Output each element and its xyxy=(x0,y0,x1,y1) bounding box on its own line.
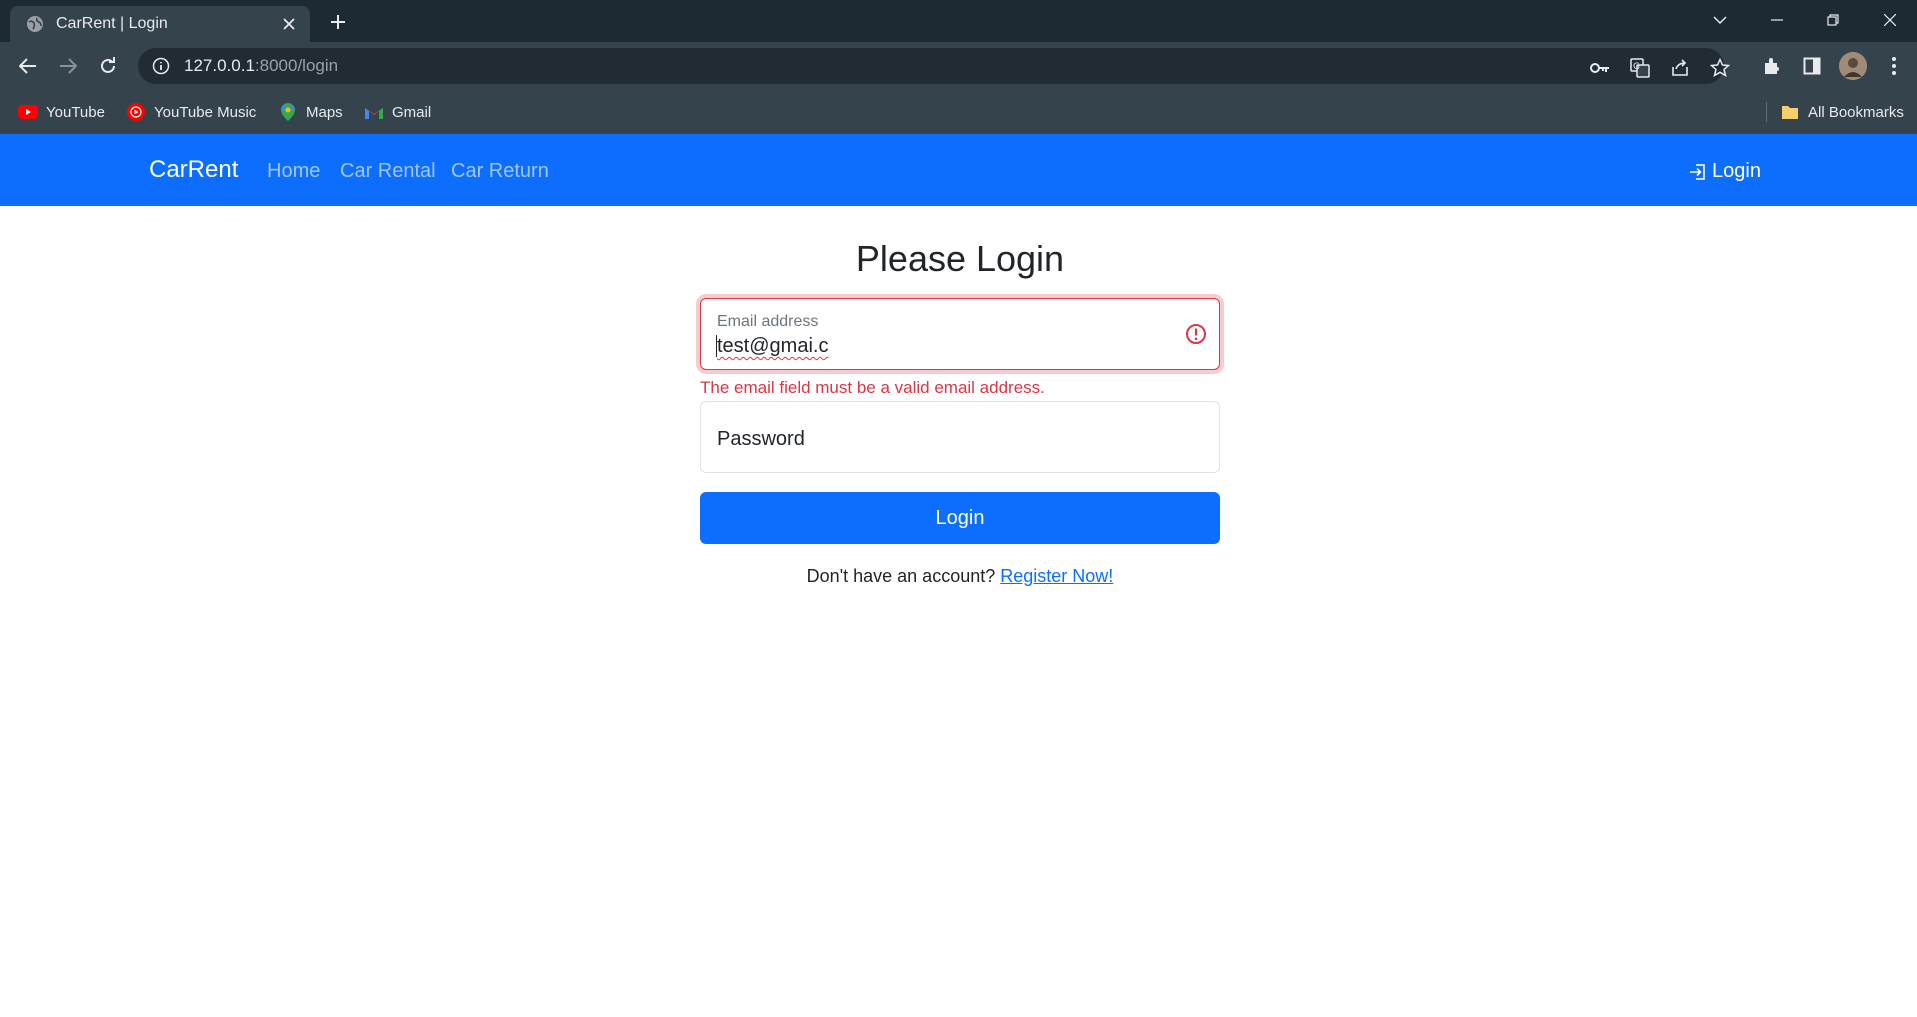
minimize-icon[interactable] xyxy=(1757,6,1797,34)
reload-icon[interactable] xyxy=(94,52,122,80)
brand-logo[interactable]: CarRent xyxy=(149,156,238,184)
bookmark-youtube[interactable]: YouTube xyxy=(18,100,105,124)
new-tab-button[interactable] xyxy=(326,10,350,34)
extensions-icon[interactable] xyxy=(1758,52,1786,80)
bookmark-maps[interactable]: Maps xyxy=(278,100,343,124)
page-title: Please Login xyxy=(855,238,1065,279)
bookmark-label: YouTube Music xyxy=(154,103,257,121)
address-bar[interactable]: 127.0.0.1:8000/login G xyxy=(138,48,1730,84)
nav-login-link[interactable]: Login xyxy=(1688,160,1761,183)
nav-link-home[interactable]: Home xyxy=(267,160,320,183)
url-host: 127.0.0.1 xyxy=(184,56,255,75)
register-prompt: Don't have an account? xyxy=(806,566,996,586)
all-bookmarks-label: All Bookmarks xyxy=(1808,103,1904,121)
browser-tabstrip: CarRent | Login xyxy=(0,0,1917,42)
back-arrow-icon[interactable] xyxy=(14,52,42,80)
invalid-alert-icon xyxy=(1186,324,1206,344)
bookmarks-bar: YouTube YouTube Music Maps Gmail All Boo… xyxy=(0,90,1917,134)
email-error-message: The email field must be a valid email ad… xyxy=(700,378,1045,397)
bookmarks-divider xyxy=(1766,102,1767,122)
youtube-icon xyxy=(18,102,38,122)
bookmark-label: Gmail xyxy=(392,103,432,121)
globe-icon xyxy=(27,16,43,32)
login-icon xyxy=(1690,163,1705,180)
email-field[interactable]: Email address test@gmai.c xyxy=(700,298,1220,370)
close-window-icon[interactable] xyxy=(1870,6,1910,34)
share-icon[interactable] xyxy=(1668,56,1692,80)
site-navbar: CarRent Home Car Rental Car Return Login xyxy=(0,134,1917,206)
youtube-music-icon xyxy=(126,102,146,122)
register-prompt-row: Don't have an account? Register Now! xyxy=(700,566,1220,587)
password-field[interactable]: Password xyxy=(700,401,1220,473)
restore-icon[interactable] xyxy=(1813,6,1853,34)
all-bookmarks-folder[interactable]: All Bookmarks xyxy=(1780,100,1904,124)
bookmark-youtube-music[interactable]: YouTube Music xyxy=(126,100,256,124)
login-submit-button[interactable]: Login xyxy=(700,492,1220,544)
menu-kebab-icon[interactable] xyxy=(1880,52,1908,80)
side-panel-icon[interactable] xyxy=(1798,52,1826,80)
register-now-link[interactable]: Register Now! xyxy=(1000,566,1113,586)
close-tab-icon[interactable] xyxy=(280,15,298,33)
email-value: test@gmai.c xyxy=(717,335,829,357)
browser-tab[interactable]: CarRent | Login xyxy=(10,6,310,42)
maps-icon xyxy=(278,102,298,122)
url-path: :8000/login xyxy=(254,56,339,75)
forward-arrow-icon[interactable] xyxy=(54,52,82,80)
nav-link-car-rental[interactable]: Car Rental xyxy=(340,160,436,183)
profile-avatar[interactable] xyxy=(1839,52,1867,80)
key-icon[interactable] xyxy=(1588,56,1612,80)
bookmark-label: Maps xyxy=(306,103,343,121)
translate-icon[interactable]: G xyxy=(1628,56,1652,80)
bookmark-gmail[interactable]: Gmail xyxy=(364,100,431,124)
nav-link-car-return[interactable]: Car Return xyxy=(451,160,549,183)
email-label: Email address xyxy=(717,313,819,330)
gmail-icon xyxy=(364,102,384,122)
nav-login-label: Login xyxy=(1712,160,1761,182)
svg-text:G: G xyxy=(1633,62,1640,72)
browser-toolbar: 127.0.0.1:8000/login G xyxy=(0,42,1917,90)
bookmark-label: YouTube xyxy=(46,103,105,121)
password-placeholder: Password xyxy=(717,428,805,450)
folder-icon xyxy=(1780,102,1800,122)
site-info-icon[interactable] xyxy=(152,57,170,75)
tab-search-icon[interactable] xyxy=(1700,6,1740,34)
bookmark-star-icon[interactable] xyxy=(1708,56,1732,80)
tab-title: CarRent | Login xyxy=(56,15,168,32)
